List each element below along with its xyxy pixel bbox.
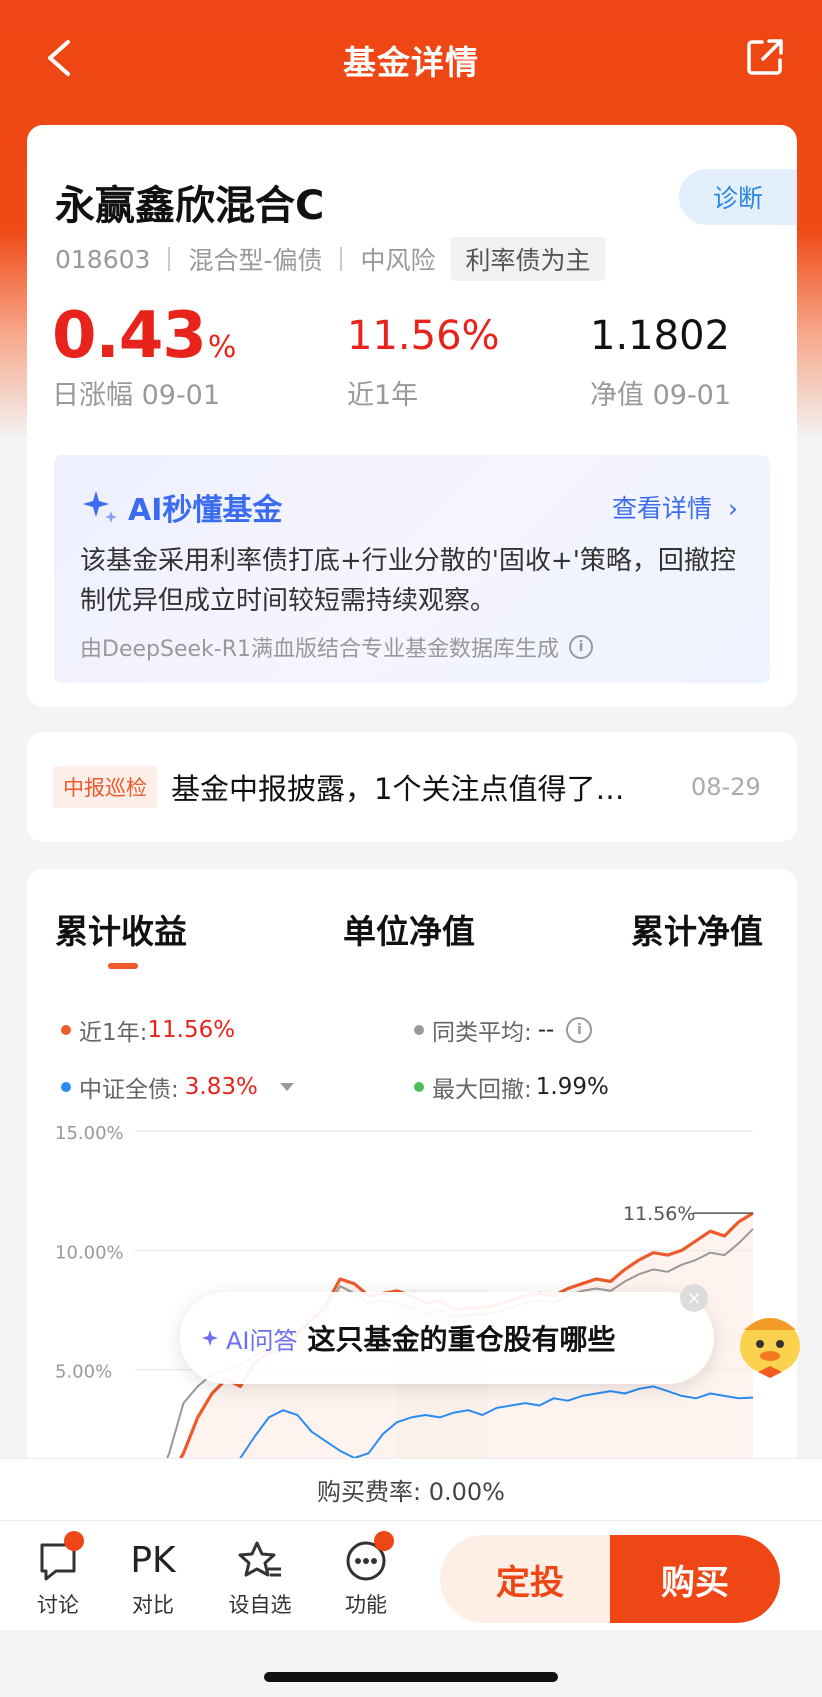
fund-tag: 利率债为主 [451,237,605,281]
auto-invest-button[interactable]: 定投 [440,1535,620,1623]
divider [340,247,343,271]
fund-info-card: 永赢鑫欣混合C 诊断 018603 混合型-偏债 中风险 利率债为主 0.43%… [27,125,797,707]
legend-label: 中证全债: [79,1077,179,1103]
nav-bar: 基金详情 [0,0,822,120]
legend-value: -- [537,1017,555,1043]
news-tag: 中报巡检 [53,766,157,808]
sparkle-icon [202,1330,218,1346]
legend-dot [414,1082,424,1092]
legend-dot [61,1082,71,1092]
page-title: 基金详情 [343,43,479,82]
fund-name: 永赢鑫欣混合C [55,183,325,229]
ai-footer-text: 由DeepSeek-R1满血版结合专业基金数据库生成 [80,637,559,662]
legend-value: 11.56% [147,1017,236,1043]
watch-label: 设自选 [228,1593,292,1617]
ai-summary-title-text: AI秒懂基金 [128,493,283,528]
discuss-label: 讨论 [37,1593,79,1617]
ai-more-label: 查看详情 [612,494,713,523]
compare-label: 对比 [132,1593,174,1617]
back-arrow-icon[interactable] [40,36,80,80]
sparkle-icon [83,491,117,523]
legend-peer: 同类平均: -- i [414,1013,593,1047]
ai-summary-footer: 由DeepSeek-R1满血版结合专业基金数据库生成 i [80,631,593,663]
day-change-unit: % [207,330,236,365]
notification-dot [374,1531,394,1551]
share-icon[interactable] [744,36,786,78]
ai-summary-text: 该基金采用利率债打底+行业分散的'固收+'策略，回撤控制优异但成立时间较短需持续… [80,546,736,616]
legend-dot [61,1025,71,1035]
year-change-stat: 11.56% 近1年 [347,303,500,412]
star-list-icon [238,1541,281,1577]
duck-mascot-icon[interactable] [728,1300,812,1380]
bottom-action-bar: 讨论 PK 对比 设自选 功能 定投 购买 [0,1520,822,1630]
legend-fund: 近1年: 11.56% [61,1013,235,1047]
fund-meta-row: 018603 混合型-偏债 中风险 利率债为主 [55,237,605,281]
ai-qa-tag: AI问答 [202,1321,298,1356]
info-icon[interactable]: i [566,1017,593,1043]
tab-unit-nav[interactable]: 单位净值 [343,905,475,953]
ai-question-text: 这只基金的重仓股有哪些 [307,1323,616,1356]
year-change-value: 11.56% [347,313,500,359]
divider [168,247,171,271]
performance-chart-card: 累计收益 单位净值 累计净值 近1年: 11.56% 同类平均: -- i 中证… [27,869,797,1489]
ai-summary-box[interactable]: AI秒懂基金 查看详情 › 该基金采用利率债打底+行业分散的'固收+'策略，回撤… [54,455,770,683]
buy-button[interactable]: 购买 [610,1535,780,1623]
close-icon[interactable]: × [680,1284,708,1312]
chart-tabs: 累计收益 单位净值 累计净值 [27,905,797,975]
fee-bar: 购买费率: 0.00% [0,1458,822,1520]
pk-icon: PK [130,1540,176,1581]
day-change-stat: 0.43% 日涨幅 09-01 [52,303,236,412]
ai-summary-title: AI秒懂基金 [80,485,282,529]
caret-down-icon[interactable] [279,1083,294,1091]
legend-label: 近1年: [79,1020,148,1046]
fund-risk: 中风险 [360,246,436,275]
chevron-right-icon: › [728,494,738,523]
info-icon[interactable]: i [568,635,593,659]
y-tick-label: 10.00% [55,1242,124,1263]
y-tick-label: 5.00% [55,1362,112,1383]
legend-value: 3.83% [184,1074,258,1100]
legend-label: 同类平均: [432,1020,532,1046]
ai-qa-tag-text: AI问答 [226,1326,298,1355]
fee-text: 购买费率: 0.00% [317,1478,505,1506]
end-value-label: 11.56% [623,1203,695,1225]
news-card[interactable]: 中报巡检 基金中报披露，1个关注点值得了… 08-29 [27,732,797,842]
fund-type: 混合型-偏债 [188,246,323,275]
legend-value: 1.99% [535,1074,609,1100]
fund-code: 018603 [55,244,151,274]
day-change-label: 日涨幅 09-01 [52,380,221,411]
legend-index[interactable]: 中证全债: 3.83% [61,1070,294,1104]
discuss-button[interactable]: 讨论 [18,1531,98,1619]
add-watchlist-button[interactable]: 设自选 [220,1539,300,1619]
nav-label: 净值 09-01 [590,380,732,411]
notification-dot [64,1531,84,1551]
diagnose-button[interactable]: 诊断 [679,169,797,225]
news-title: 基金中报披露，1个关注点值得了… [171,772,625,806]
legend-label: 最大回撤: [432,1077,532,1103]
nav-stat: 1.1802 净值 09-01 [590,303,731,412]
compare-button[interactable]: PK 对比 [113,1539,193,1619]
ai-summary-more-link[interactable]: 查看详情 › [612,489,738,525]
ai-question-bubble[interactable]: AI问答 这只基金的重仓股有哪些 × [180,1284,714,1384]
day-change-value: 0.43 [52,299,207,373]
home-indicator [264,1672,558,1682]
functions-label: 功能 [345,1593,387,1617]
tab-cumulative-return[interactable]: 累计收益 [55,905,187,969]
nav-value: 1.1802 [590,313,730,359]
legend-drawdown: 最大回撤: 1.99% [414,1070,609,1104]
y-tick-label: 15.00% [55,1123,124,1144]
news-date: 08-29 [691,773,761,801]
tab-cumulative-nav[interactable]: 累计净值 [631,905,763,953]
year-change-label: 近1年 [347,380,419,411]
legend-dot [414,1025,424,1035]
functions-button[interactable]: 功能 [326,1531,406,1619]
